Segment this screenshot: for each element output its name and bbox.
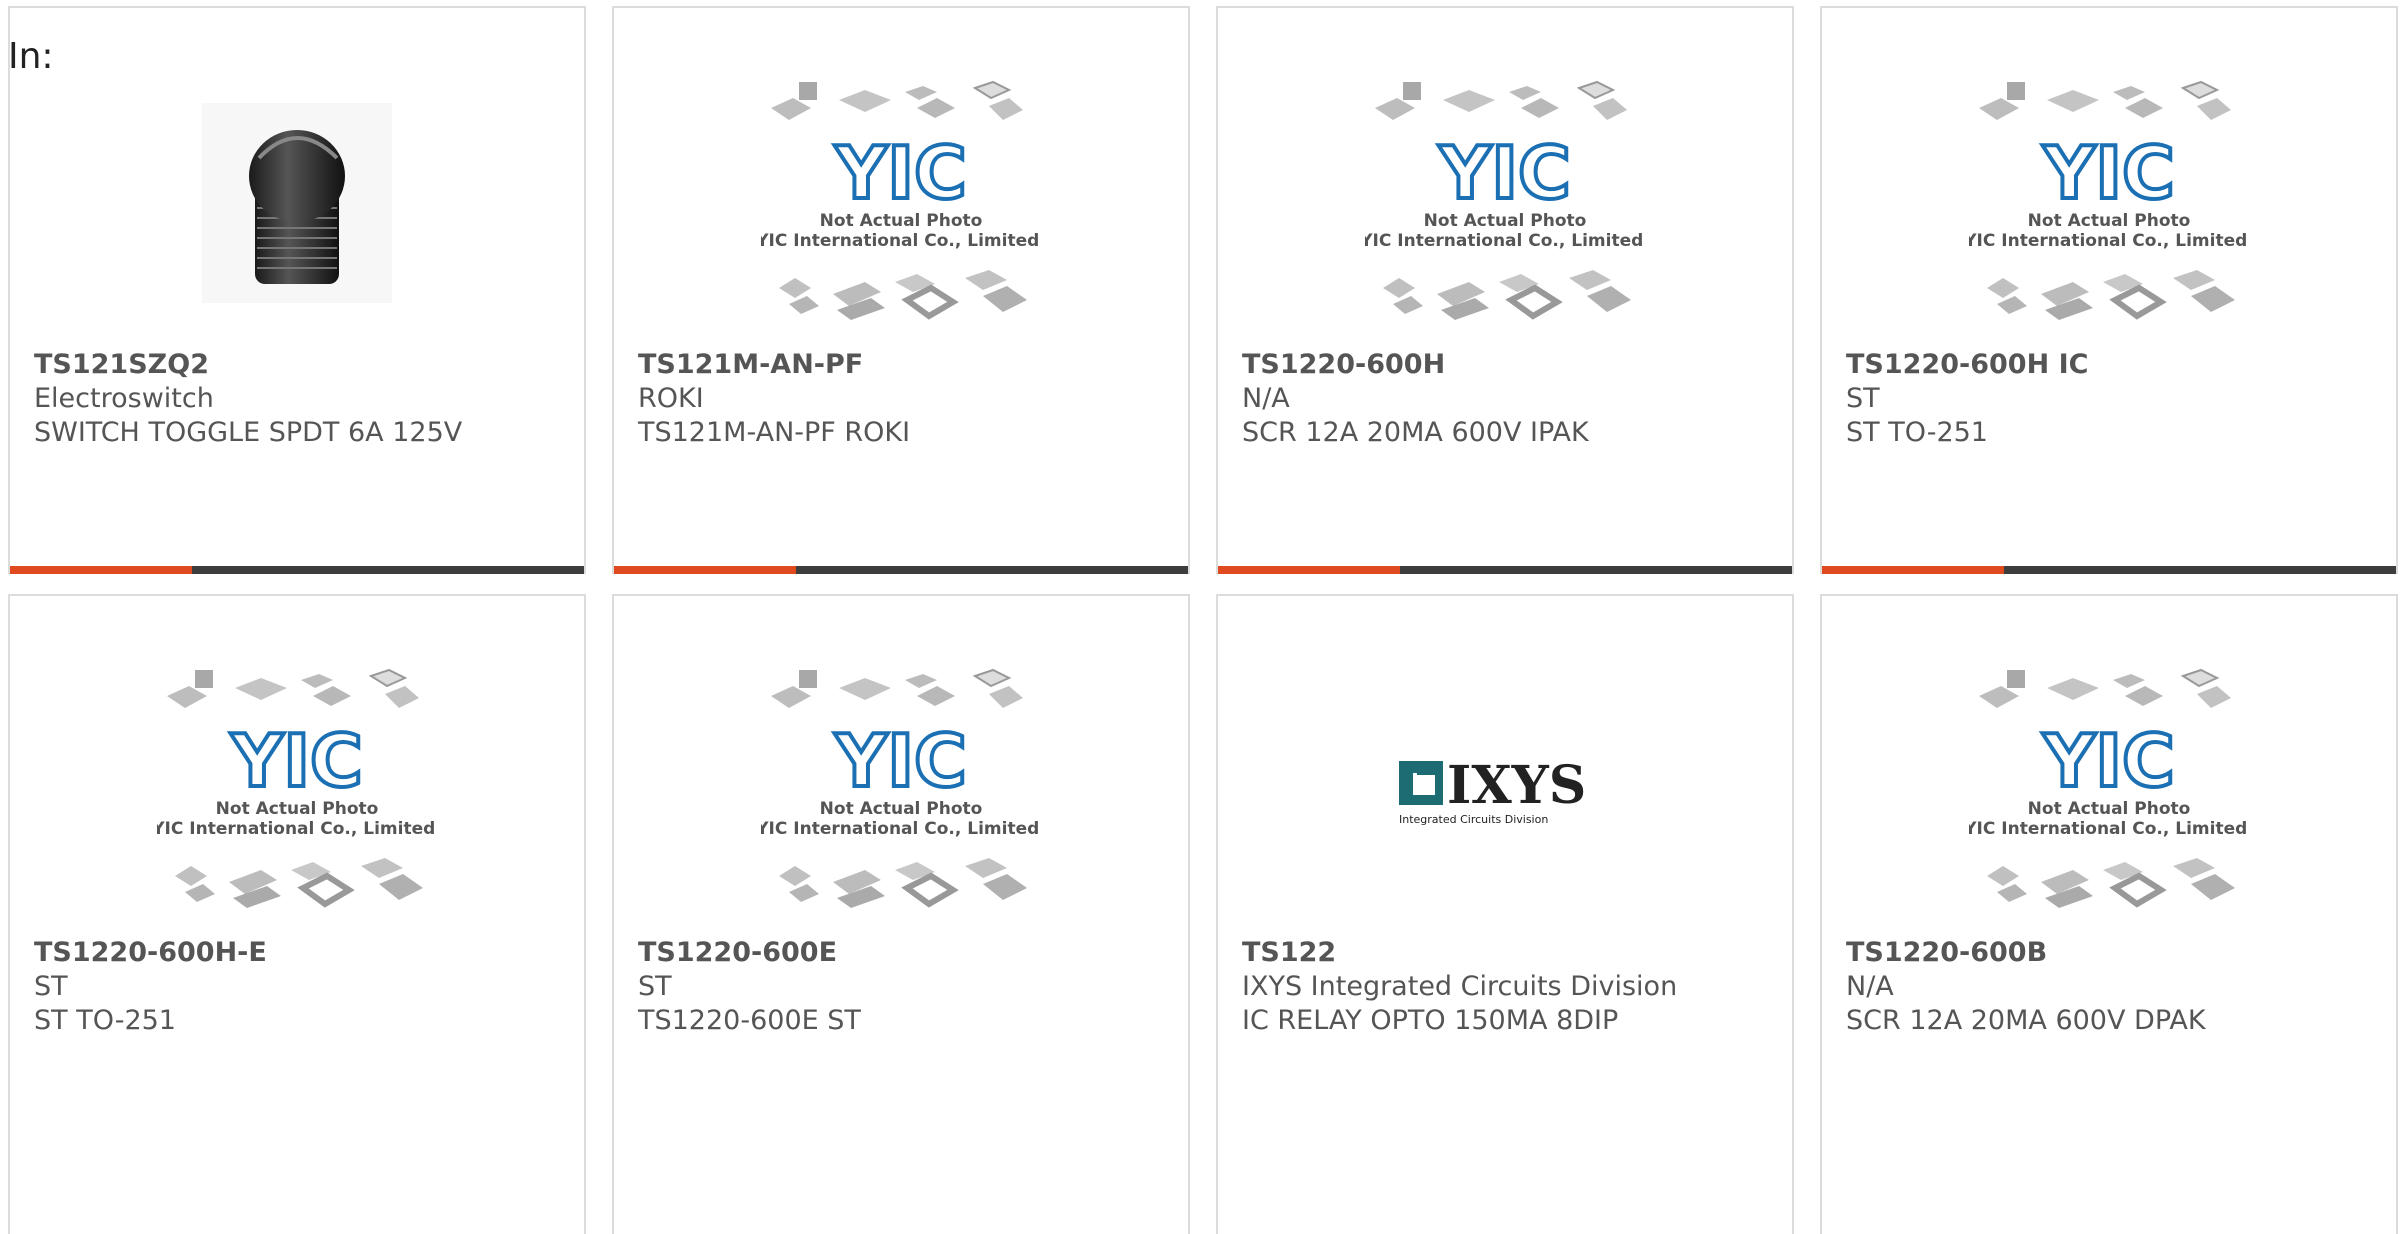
part-number[interactable]: TS1220-600H IC (1846, 348, 2376, 382)
manufacturer: ST (638, 971, 672, 1002)
manufacturer: ST (1846, 383, 1880, 414)
not-actual-photo-text: Not Actual Photo (820, 211, 983, 231)
description: SWITCH TOGGLE SPDT 6A 125V (34, 417, 463, 448)
description: SCR 12A 20MA 600V IPAK (1242, 417, 1589, 448)
yic-placeholder-icon: YICNot Actual PhotoYIC International Co.… (761, 668, 1041, 908)
product-image[interactable]: YIC Not Actual Photo YIC International Co.… (1822, 58, 2396, 348)
yic-logo-text: YIC (2042, 719, 2175, 803)
manufacturer: N/A (1242, 383, 1290, 414)
product-card[interactable]: TS121SZQ2 Electroswitch SWITCH TOGGLE SP… (8, 6, 586, 574)
product-info: TS121M-AN-PF ROKI TS121M-AN-PF ROKI (638, 348, 1168, 450)
yic-placeholder-icon: YICNot Actual PhotoYIC International Co.… (1969, 668, 2249, 908)
description: ST TO-251 (1846, 417, 1988, 448)
product-info: TS1220-600H-E ST ST TO-251 (34, 936, 564, 1038)
svg-text:IXYS: IXYS (1447, 755, 1586, 816)
card-bottom-bar (10, 566, 584, 574)
not-actual-photo-text: Not Actual Photo (2028, 799, 2191, 819)
product-card[interactable]: YIC Not Actual Photo YIC International Co.… (612, 6, 1190, 574)
not-actual-photo-text: Not Actual Photo (216, 799, 379, 819)
yic-company-text: YIC International Co., Limited. (1969, 231, 2249, 251)
product-info: TS122 IXYS Integrated Circuits Division … (1242, 936, 1772, 1038)
product-info: TS1220-600E ST TS1220-600E ST (638, 936, 1168, 1038)
product-info: TS1220-600H IC ST ST TO-251 (1846, 348, 2376, 450)
product-grid: TS121SZQ2 Electroswitch SWITCH TOGGLE SP… (8, 6, 2400, 1234)
not-actual-photo-text: Not Actual Photo (2028, 211, 2191, 231)
part-number[interactable]: TS1220-600B (1846, 936, 2376, 970)
yic-company-text: YIC International Co., Limited. (1969, 819, 2249, 839)
yic-logo-text: YIC (1438, 131, 1571, 215)
product-card[interactable]: YIC Not Actual Photo YIC International Co.… (1820, 594, 2398, 1234)
manufacturer: IXYS Integrated Circuits Division (1242, 971, 1678, 1002)
product-card[interactable]: YIC Not Actual Photo YIC International Co.… (8, 594, 586, 1234)
yic-logo-text: YIC (834, 719, 967, 803)
description: TS121M-AN-PF ROKI (638, 417, 911, 448)
svg-text:Integrated Circuits Division: Integrated Circuits Division (1399, 813, 1548, 826)
toggle-switch-photo-icon (202, 103, 392, 303)
product-image[interactable]: YIC Not Actual Photo YIC International Co.… (614, 646, 1188, 936)
product-image[interactable]: YIC Not Actual Photo YIC International Co.… (1218, 58, 1792, 348)
product-card[interactable]: IXYS Integrated Circuits Division TS122 … (1216, 594, 1794, 1234)
product-info: TS1220-600H N/A SCR 12A 20MA 600V IPAK (1242, 348, 1772, 450)
card-bottom-bar (614, 566, 1188, 574)
product-card[interactable]: YIC Not Actual Photo YIC International Co.… (612, 594, 1190, 1234)
manufacturer: ROKI (638, 383, 704, 414)
card-bottom-bar (1218, 566, 1792, 574)
part-number[interactable]: TS121SZQ2 (34, 348, 564, 382)
not-actual-photo-text: Not Actual Photo (820, 799, 983, 819)
part-number[interactable]: TS1220-600E (638, 936, 1168, 970)
part-number[interactable]: TS1220-600H (1242, 348, 1772, 382)
manufacturer: Electroswitch (34, 383, 214, 414)
product-info: TS1220-600B N/A SCR 12A 20MA 600V DPAK (1846, 936, 2376, 1038)
product-info: TS121SZQ2 Electroswitch SWITCH TOGGLE SP… (34, 348, 564, 450)
card-bottom-bar (1822, 566, 2396, 574)
product-image[interactable]: IXYS Integrated Circuits Division (1218, 646, 1792, 936)
manufacturer: N/A (1846, 971, 1894, 1002)
description: TS1220-600E ST (638, 1005, 861, 1036)
yic-logo-text: YIC (834, 131, 967, 215)
yic-company-text: YIC International Co., Limited. (1365, 231, 1645, 251)
yic-logo-text: YIC (2042, 131, 2175, 215)
description: ST TO-251 (34, 1005, 176, 1036)
part-number[interactable]: TS122 (1242, 936, 1772, 970)
yic-company-text: YIC International Co., Limited. (761, 819, 1041, 839)
part-number[interactable]: TS1220-600H-E (34, 936, 564, 970)
product-image[interactable]: YIC Not Actual Photo YIC International Co.… (614, 58, 1188, 348)
product-card[interactable]: YIC Not Actual Photo YIC International Co.… (1216, 6, 1794, 574)
product-image[interactable]: YIC Not Actual Photo YIC International Co.… (10, 646, 584, 936)
yic-logo-text: YIC (230, 719, 363, 803)
yic-placeholder-icon: YICNot Actual PhotoYIC International Co.… (1969, 80, 2249, 320)
not-actual-photo-text: Not Actual Photo (1424, 211, 1587, 231)
description: SCR 12A 20MA 600V DPAK (1846, 1005, 2206, 1036)
yic-company-text: YIC International Co., Limited. (761, 231, 1041, 251)
yic-placeholder-icon: YICNot Actual PhotoYIC International Co.… (761, 80, 1041, 320)
yic-placeholder-icon: YICNot Actual PhotoYIC International Co.… (157, 668, 437, 908)
ixys-logo-icon: IXYS Integrated Circuits Division (1399, 755, 1586, 826)
description: IC RELAY OPTO 150MA 8DIP (1242, 1005, 1619, 1036)
product-image[interactable]: YIC Not Actual Photo YIC International Co.… (1822, 646, 2396, 936)
yic-placeholder-icon: YICNot Actual PhotoYIC International Co.… (1365, 80, 1645, 320)
part-number[interactable]: TS121M-AN-PF (638, 348, 1168, 382)
yic-company-text: YIC International Co., Limited. (157, 819, 437, 839)
manufacturer: ST (34, 971, 68, 1002)
filter-label: In: (8, 36, 54, 77)
product-card[interactable]: YIC Not Actual Photo YIC International Co.… (1820, 6, 2398, 574)
product-image[interactable] (10, 58, 584, 348)
